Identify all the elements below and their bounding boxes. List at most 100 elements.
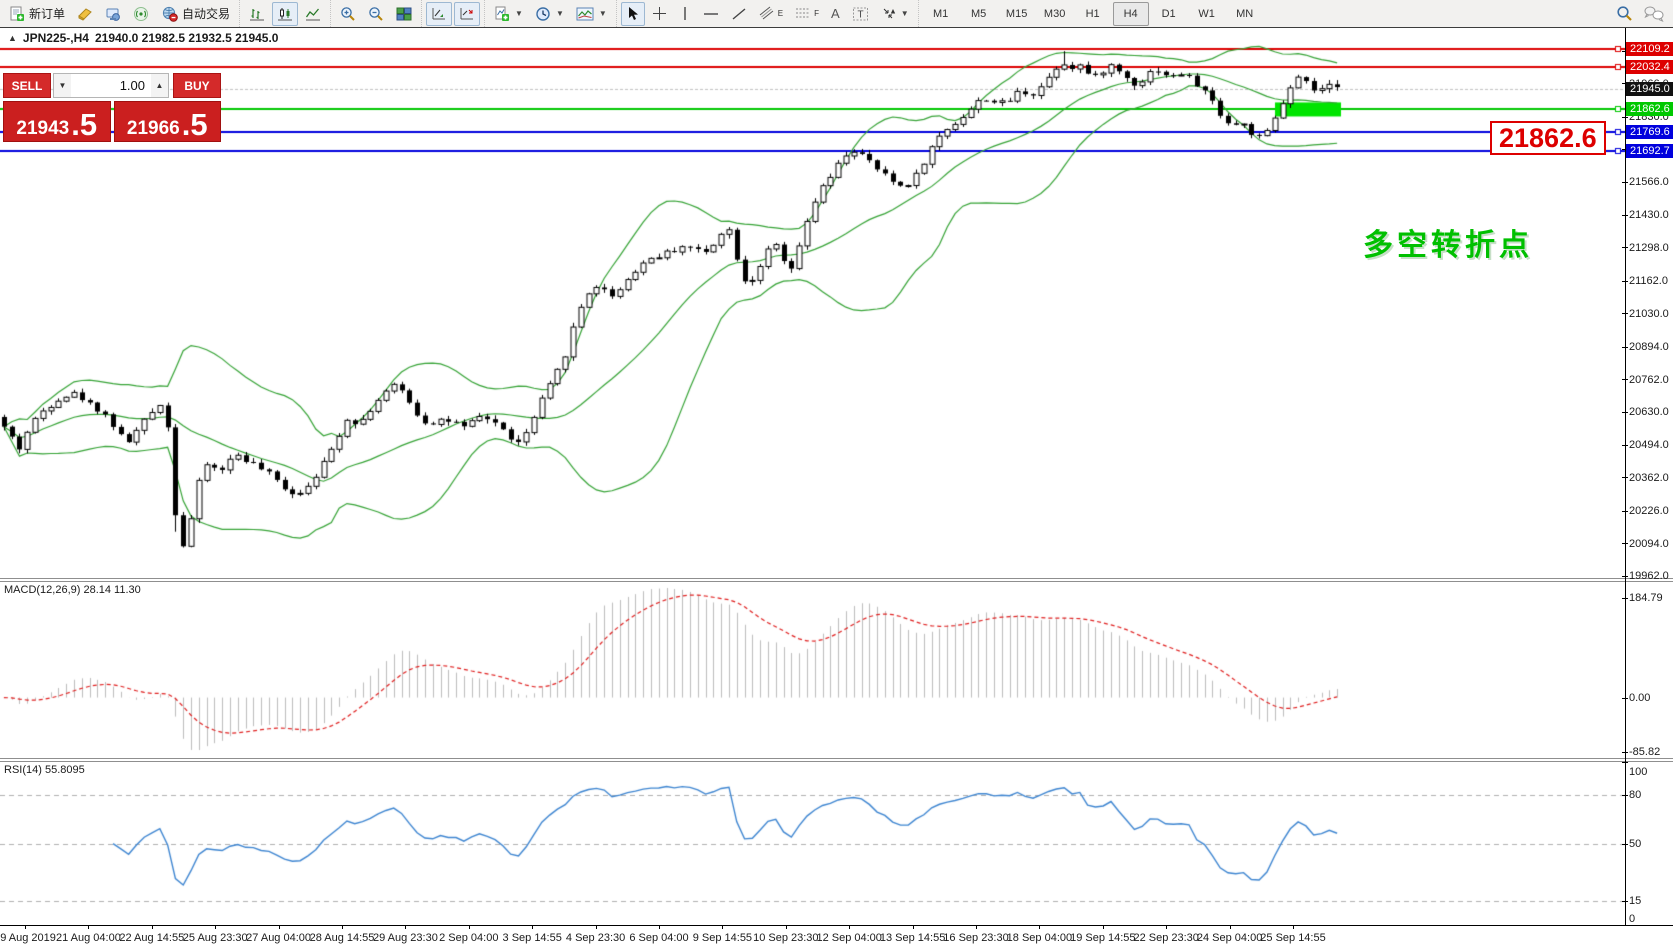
time-tick	[976, 925, 977, 929]
search-icon[interactable]	[1616, 5, 1633, 22]
price-badge-21692.7: 21692.7	[1626, 143, 1673, 158]
timeframe-M1[interactable]: M1	[923, 2, 959, 26]
arrows-icon	[883, 8, 895, 19]
price-chart-canvas[interactable]	[0, 28, 1625, 578]
price-tick-dash	[1622, 379, 1628, 381]
indicators-dropdown[interactable]: ▼	[489, 2, 528, 26]
time-tick	[722, 925, 724, 929]
chart-title-ohlc: 21940.0 21982.5 21932.5 21945.0	[94, 31, 279, 45]
auto-trading-button[interactable]: 自动交易	[156, 2, 235, 26]
text-button[interactable]: A	[826, 2, 845, 26]
rsi-tick-dash	[1622, 925, 1628, 926]
vertical-line-button[interactable]	[674, 2, 696, 26]
time-label: 6 Sep 04:00	[629, 932, 689, 944]
timeframe-H4[interactable]: H4	[1112, 1, 1149, 26]
time-tick	[1039, 925, 1041, 929]
chart-shift-button[interactable]	[454, 1, 481, 26]
line-chart-button[interactable]	[300, 2, 326, 26]
time-tick	[1166, 925, 1168, 929]
arrows-dropdown[interactable]: ▼	[876, 2, 914, 26]
chart-annotation-text[interactable]: 多空转折点	[1363, 220, 1533, 264]
sell-price-display[interactable]: 21943 .5	[3, 101, 111, 142]
sell-button[interactable]: SELL	[3, 73, 51, 98]
timeframe-M15[interactable]: M15	[999, 2, 1035, 26]
new-order-button[interactable]: 新订单	[4, 2, 70, 26]
horizontal-line-button[interactable]	[698, 2, 724, 26]
rsi-scale-label: 80	[1629, 788, 1642, 801]
time-label: 28 Aug 14:55	[309, 932, 375, 944]
rsi-label: RSI(14) 55.8095	[4, 764, 85, 776]
zoom-in-button[interactable]	[335, 2, 361, 26]
chat-icon[interactable]	[1643, 6, 1665, 22]
one-click-trade-panel: SELL ▼ 1.00 ▲ BUY 21943 .5 21966 .5	[3, 73, 221, 142]
price-badge-21769.6: 21769.6	[1626, 125, 1673, 140]
toolbar-group-trade: 新订单 自动交易	[0, 0, 239, 27]
timeframe-MN[interactable]: MN	[1227, 2, 1263, 26]
time-label: 19 Sep 14:55	[1070, 932, 1136, 944]
price-chart-pane: ▲ JPN225-,H4 21940.0 21982.5 21932.5 219…	[0, 28, 1673, 578]
time-label: 22 Sep 23:30	[1133, 932, 1199, 944]
zoom-out-button[interactable]	[363, 2, 389, 26]
macd-scale-label: 184.79	[1629, 592, 1663, 604]
timeframe-D1[interactable]: D1	[1151, 2, 1187, 26]
macd-tick-dash	[1622, 752, 1628, 753]
periods-dropdown[interactable]: ▼	[530, 2, 569, 26]
templates-caret-icon: ▼	[598, 9, 607, 18]
signals-button[interactable]	[128, 2, 154, 26]
chart-shift-icon	[460, 7, 474, 19]
timeframe-W1[interactable]: W1	[1189, 2, 1225, 26]
time-tick	[88, 925, 90, 929]
text-tool-icon: A	[831, 6, 840, 21]
rsi-canvas[interactable]	[0, 762, 1625, 925]
price-tick-dash	[1622, 411, 1628, 413]
macd-label: MACD(12,26,9) 28.14 11.30	[4, 584, 141, 596]
buy-price-main: 21966	[126, 118, 180, 139]
rsi-scale-label: 100	[1629, 766, 1648, 778]
channel-button[interactable]: E	[754, 2, 788, 26]
text-label-button[interactable]: T	[847, 2, 874, 26]
price-tick-dash	[1622, 575, 1628, 577]
tile-windows-button[interactable]	[391, 2, 417, 26]
price-callout-label[interactable]: 21862.6	[1490, 121, 1606, 155]
documents-button[interactable]	[72, 2, 98, 26]
toolbar-group-timeframes: M1 M5 M15 M30 H1 H4 D1 W1 MN	[917, 0, 1267, 27]
community-button[interactable]	[100, 2, 126, 26]
templates-icon	[576, 7, 594, 20]
price-tick-label: 21030.0	[1629, 307, 1669, 320]
volume-increase-button[interactable]: ▲	[151, 74, 168, 97]
candlestick-chart-button[interactable]	[272, 1, 299, 26]
auto-scroll-button[interactable]	[426, 1, 453, 26]
collapse-panel-icon[interactable]: ▲	[8, 33, 17, 43]
volume-spinner: ▼ 1.00 ▲	[53, 73, 169, 98]
volume-decrease-button[interactable]: ▼	[54, 74, 71, 97]
periods-caret-icon: ▼	[555, 9, 564, 18]
buy-price-display[interactable]: 21966 .5	[113, 101, 221, 142]
buy-button[interactable]: BUY	[173, 73, 221, 98]
price-tick-dash	[1622, 510, 1628, 512]
trendline-button[interactable]	[726, 2, 752, 26]
price-tick-dash	[1622, 116, 1628, 118]
time-label: 22 Aug 14:55	[119, 932, 185, 944]
timeframe-M30[interactable]: M30	[1037, 2, 1073, 26]
price-tick-label: 21298.0	[1629, 241, 1669, 254]
crosshair-button[interactable]	[647, 2, 672, 26]
indicators-caret-icon: ▼	[515, 9, 523, 18]
time-tick	[278, 925, 280, 929]
price-tick-dash	[1622, 346, 1628, 348]
fibonacci-button[interactable]: F	[790, 2, 824, 26]
macd-canvas[interactable]	[0, 582, 1625, 758]
bar-chart-button[interactable]	[244, 2, 270, 26]
auto-scroll-icon	[432, 7, 446, 19]
price-tick-label: 21162.0	[1629, 275, 1668, 288]
volume-value[interactable]: 1.00	[71, 74, 151, 97]
time-label: 27 Aug 04:00	[246, 932, 312, 944]
cursor-button[interactable]	[620, 1, 645, 26]
mt4-trading-terminal: { "toolbar": { "new_order_label": "新订单",…	[0, 0, 1673, 947]
rsi-scale-label: 0	[1629, 913, 1636, 925]
time-label: 12 Sep 04:00	[816, 932, 882, 944]
time-tick	[912, 925, 914, 929]
templates-dropdown[interactable]: ▼	[571, 2, 612, 26]
timeframe-H1[interactable]: H1	[1075, 2, 1111, 26]
time-label: 19 Aug 2019	[0, 932, 56, 944]
timeframe-M5[interactable]: M5	[961, 2, 997, 26]
